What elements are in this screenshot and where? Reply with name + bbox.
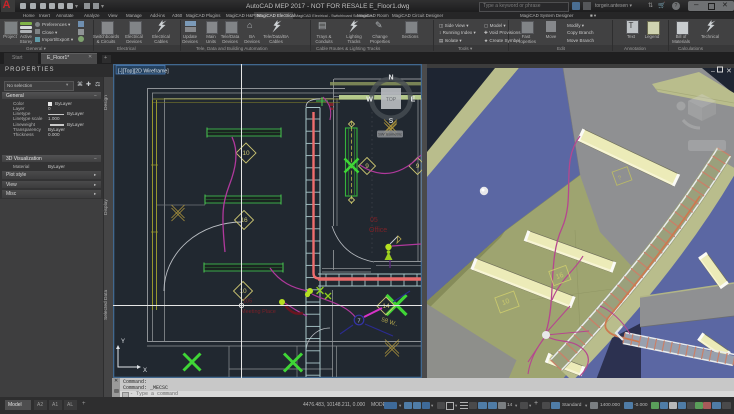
svg-text:S: S <box>389 118 394 125</box>
svg-text:05: 05 <box>370 217 378 224</box>
svg-text:✕: ✕ <box>726 68 732 75</box>
svg-text:SW Isometric: SW Isometric <box>378 132 402 137</box>
svg-text:TOP: TOP <box>386 97 397 103</box>
svg-text:X: X <box>143 368 147 374</box>
svg-text:N: N <box>388 75 393 82</box>
svg-text:Meeting Place: Meeting Place <box>241 309 276 315</box>
svg-text:E: E <box>411 97 416 104</box>
svg-text:10: 10 <box>239 288 247 295</box>
svg-text:7: 7 <box>357 319 360 325</box>
svg-text:10: 10 <box>242 150 250 157</box>
svg-text:[-][Top][2D Wireframe]: [-][Top][2D Wireframe] <box>118 68 169 74</box>
svg-text:14: 14 <box>382 303 390 310</box>
svg-text:Office: Office <box>369 227 387 234</box>
svg-text:105: 105 <box>243 299 252 305</box>
svg-text:9: 9 <box>416 163 420 170</box>
svg-text:Y: Y <box>121 339 125 345</box>
svg-text:–: – <box>711 68 715 75</box>
svg-text:W: W <box>366 97 373 104</box>
